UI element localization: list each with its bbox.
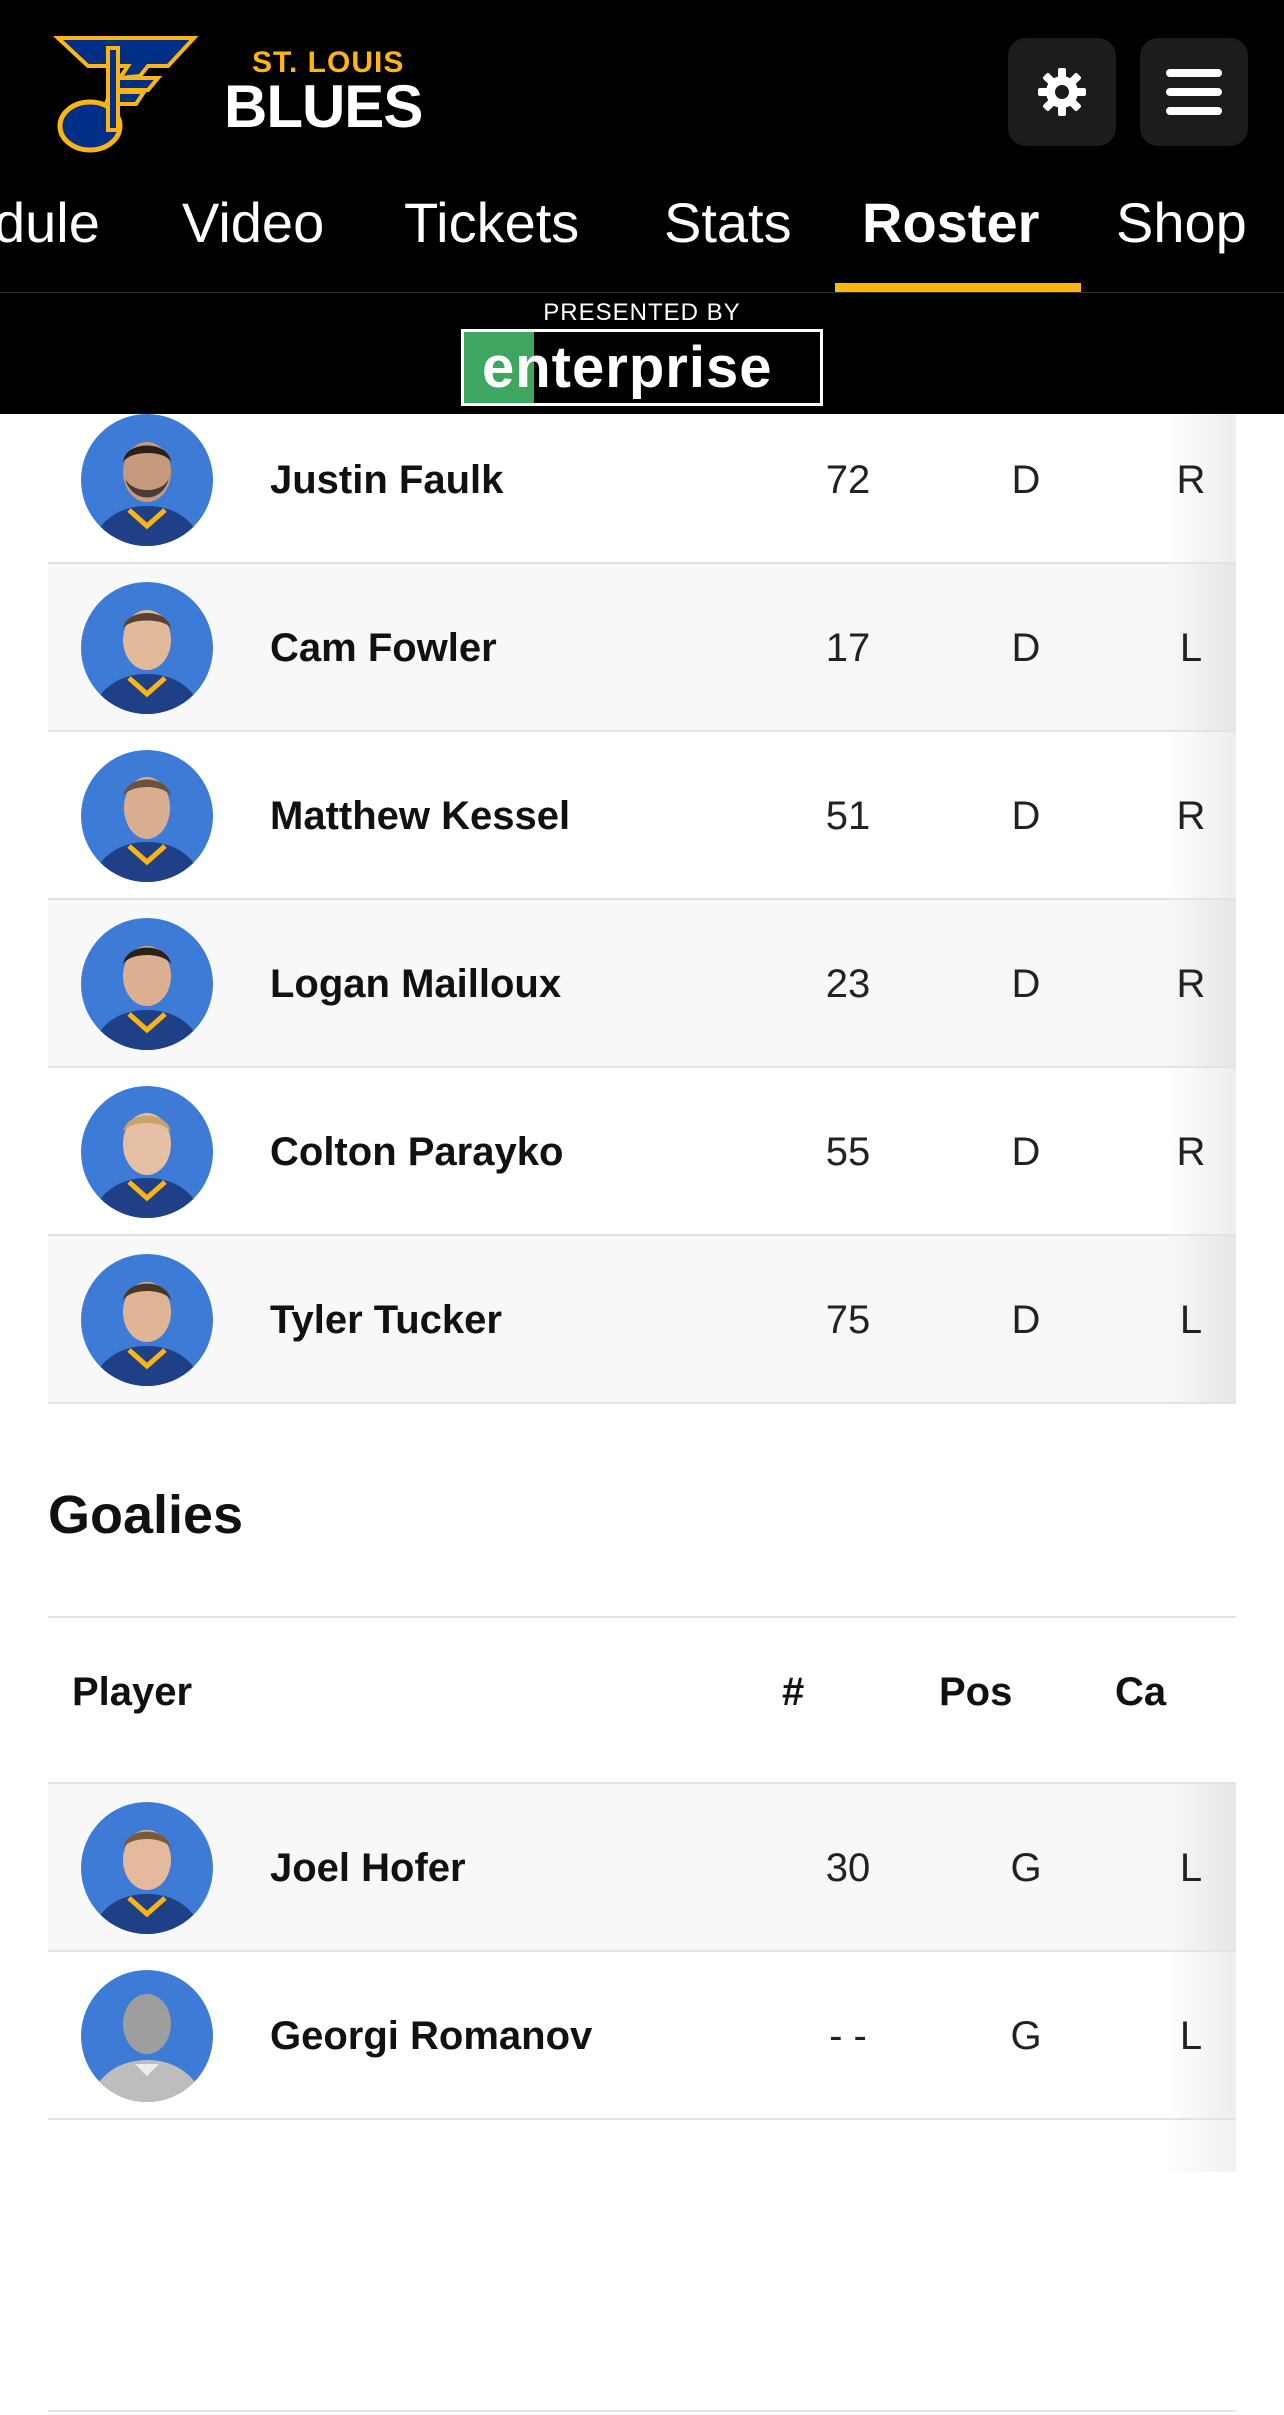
divider: [48, 1616, 1236, 1618]
nav-divider: [0, 292, 1284, 293]
player-headshot: [81, 750, 213, 882]
hamburger-menu-icon: [1166, 69, 1222, 115]
table-row[interactable]: Georgi Romanov - - G L: [48, 1952, 1236, 2120]
menu-button[interactable]: [1140, 38, 1248, 146]
scroll-fade: [1166, 1618, 1236, 1786]
site-header: ST. LOUIS BLUES dule Video Tickets Stats…: [0, 0, 1284, 414]
active-nav-indicator: [835, 283, 1081, 292]
nav-item-roster[interactable]: Roster: [862, 190, 1039, 255]
player-number: 23: [825, 962, 871, 1006]
placeholder-headshot-icon: [81, 1970, 213, 2102]
player-number: 17: [825, 626, 871, 670]
player-name[interactable]: Justin Faulk: [270, 396, 503, 564]
player-name[interactable]: Logan Mailloux: [270, 900, 561, 1068]
sponsor-name: enterprise: [482, 335, 773, 400]
player-headshot: [81, 414, 213, 546]
gear-icon: [1038, 68, 1086, 116]
divider: [48, 2410, 1236, 2412]
scroll-fade: [1166, 564, 1236, 730]
scroll-fade: [1166, 1784, 1236, 1950]
player-number: - -: [829, 2014, 867, 2058]
player-name[interactable]: Colton Parayko: [270, 1068, 563, 1236]
scroll-fade: [1166, 1952, 1236, 2118]
player-headshot: [81, 582, 213, 714]
player-headshot: [81, 918, 213, 1050]
table-row[interactable]: Matthew Kessel 51 D R: [48, 732, 1236, 900]
player-number: 75: [825, 1298, 871, 1342]
player-name[interactable]: Joel Hofer: [270, 1784, 466, 1952]
table-row[interactable]: Cam Fowler 17 D L: [48, 564, 1236, 732]
player-number: 30: [825, 1846, 871, 1890]
player-name[interactable]: Georgi Romanov: [270, 1952, 592, 2120]
enterprise-sponsor-logo[interactable]: enterprise: [461, 329, 823, 406]
player-name[interactable]: Matthew Kessel: [270, 732, 570, 900]
table-row[interactable]: Justin Faulk 72 D R: [48, 396, 1236, 564]
settings-button[interactable]: [1008, 38, 1116, 146]
player-number: 55: [825, 1130, 871, 1174]
scroll-fade: [1166, 732, 1236, 898]
table-row[interactable]: Colton Parayko 55 D R: [48, 1068, 1236, 1236]
table-row[interactable]: Logan Mailloux 23 D R: [48, 900, 1236, 1068]
presented-by-label: PRESENTED BY: [543, 299, 741, 326]
player-headshot: [81, 1086, 213, 1218]
logo-name: BLUES: [224, 73, 423, 140]
player-number: 51: [825, 794, 871, 838]
scroll-fade: [1166, 2120, 1236, 2172]
player-name[interactable]: Tyler Tucker: [270, 1236, 502, 1404]
scroll-fade: [1166, 396, 1236, 562]
nav-item-stats[interactable]: Stats: [664, 190, 792, 255]
table-row[interactable]: Joel Hofer 30 G L: [48, 1784, 1236, 1952]
column-header-player[interactable]: Player: [72, 1670, 192, 1715]
player-number: 72: [825, 458, 871, 502]
column-header-position[interactable]: Pos: [939, 1670, 1012, 1715]
nav-item-tickets[interactable]: Tickets: [404, 190, 579, 255]
blues-wordmark[interactable]: ST. LOUIS BLUES: [224, 46, 424, 140]
nav-item-schedule[interactable]: dule: [0, 190, 100, 255]
column-header-shoots[interactable]: Ca: [1115, 1670, 1166, 1715]
column-header-number[interactable]: #: [782, 1670, 804, 1715]
player-name[interactable]: Cam Fowler: [270, 564, 497, 732]
blues-note-logo-icon[interactable]: [48, 26, 208, 156]
table-row[interactable]: Tyler Tucker 75 D L: [48, 1236, 1236, 1404]
player-headshot: [81, 1254, 213, 1386]
player-headshot: [81, 1802, 213, 1934]
main-nav: dule Video Tickets Stats Roster Shop: [0, 170, 1284, 293]
scroll-fade: [1166, 1236, 1236, 1402]
nav-item-shop[interactable]: Shop: [1116, 190, 1247, 255]
goalies-section-title: Goalies: [48, 1485, 244, 1545]
scroll-fade: [1166, 1068, 1236, 1234]
scroll-fade: [1166, 900, 1236, 1066]
nav-item-video[interactable]: Video: [182, 190, 324, 255]
